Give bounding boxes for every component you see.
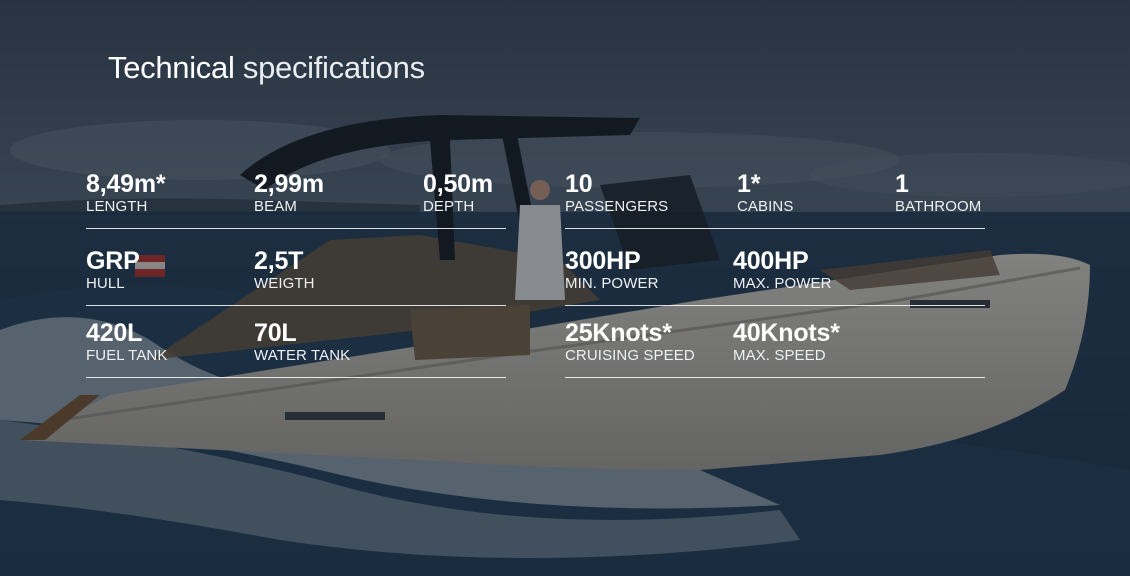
divider [565, 305, 985, 306]
divider [86, 377, 506, 378]
spec-label: MAX. POWER [733, 275, 832, 292]
page-title: Technical specifications [108, 50, 425, 86]
spec-value: 10 [565, 170, 593, 198]
spec-label: BEAM [254, 198, 297, 215]
spec-value: 40Knots* [733, 319, 840, 347]
spec-label: WATER TANK [254, 347, 351, 364]
spec-fuel-tank: 420L FUEL TANK [86, 319, 167, 365]
spec-beam: 2,99m BEAM [254, 170, 324, 216]
divider [86, 228, 506, 229]
spec-label: MIN. POWER [565, 275, 659, 292]
spec-cabins: 1* CABINS [737, 170, 793, 216]
spec-length: 8,49m* LENGTH [86, 170, 166, 216]
spec-max-power: 400HP MAX. POWER [733, 247, 832, 293]
spec-label: HULL [86, 275, 125, 292]
spec-value: GRP [86, 247, 140, 275]
title-strong: Technical [108, 50, 235, 85]
spec-depth: 0,50m DEPTH [423, 170, 493, 216]
spec-label: MAX. SPEED [733, 347, 826, 364]
spec-value: 2,5T [254, 247, 304, 275]
spec-label: DEPTH [423, 198, 475, 215]
spec-label: WEIGTH [254, 275, 315, 292]
spec-value: 70L [254, 319, 297, 347]
spec-value: 0,50m [423, 170, 493, 198]
spec-weigth: 2,5T WEIGTH [254, 247, 315, 293]
divider [565, 228, 985, 229]
spec-max-speed: 40Knots* MAX. SPEED [733, 319, 840, 365]
spec-cruising-speed: 25Knots* CRUISING SPEED [565, 319, 695, 365]
divider [565, 377, 985, 378]
spec-hull: GRP HULL [86, 247, 140, 293]
spec-label: PASSENGERS [565, 198, 669, 215]
spec-min-power: 300HP MIN. POWER [565, 247, 659, 293]
spec-value: 2,99m [254, 170, 324, 198]
spec-passengers: 10 PASSENGERS [565, 170, 668, 216]
spec-label: CRUISING SPEED [565, 347, 695, 364]
spec-label: LENGTH [86, 198, 148, 215]
spec-water-tank: 70L WATER TANK [254, 319, 350, 365]
spec-label: FUEL TANK [86, 347, 168, 364]
spec-label: BATHROOM [895, 198, 982, 215]
spec-value: 1* [737, 170, 761, 198]
spec-bathroom: 1 BATHROOM [895, 170, 981, 216]
title-light: specifications [242, 50, 425, 85]
spec-value: 8,49m* [86, 170, 166, 198]
spec-value: 1 [895, 170, 909, 198]
spec-value: 420L [86, 319, 143, 347]
spec-label: CABINS [737, 198, 794, 215]
spec-value: 25Knots* [565, 319, 672, 347]
spec-value: 400HP [733, 247, 809, 275]
spec-value: 300HP [565, 247, 641, 275]
divider [86, 305, 506, 306]
